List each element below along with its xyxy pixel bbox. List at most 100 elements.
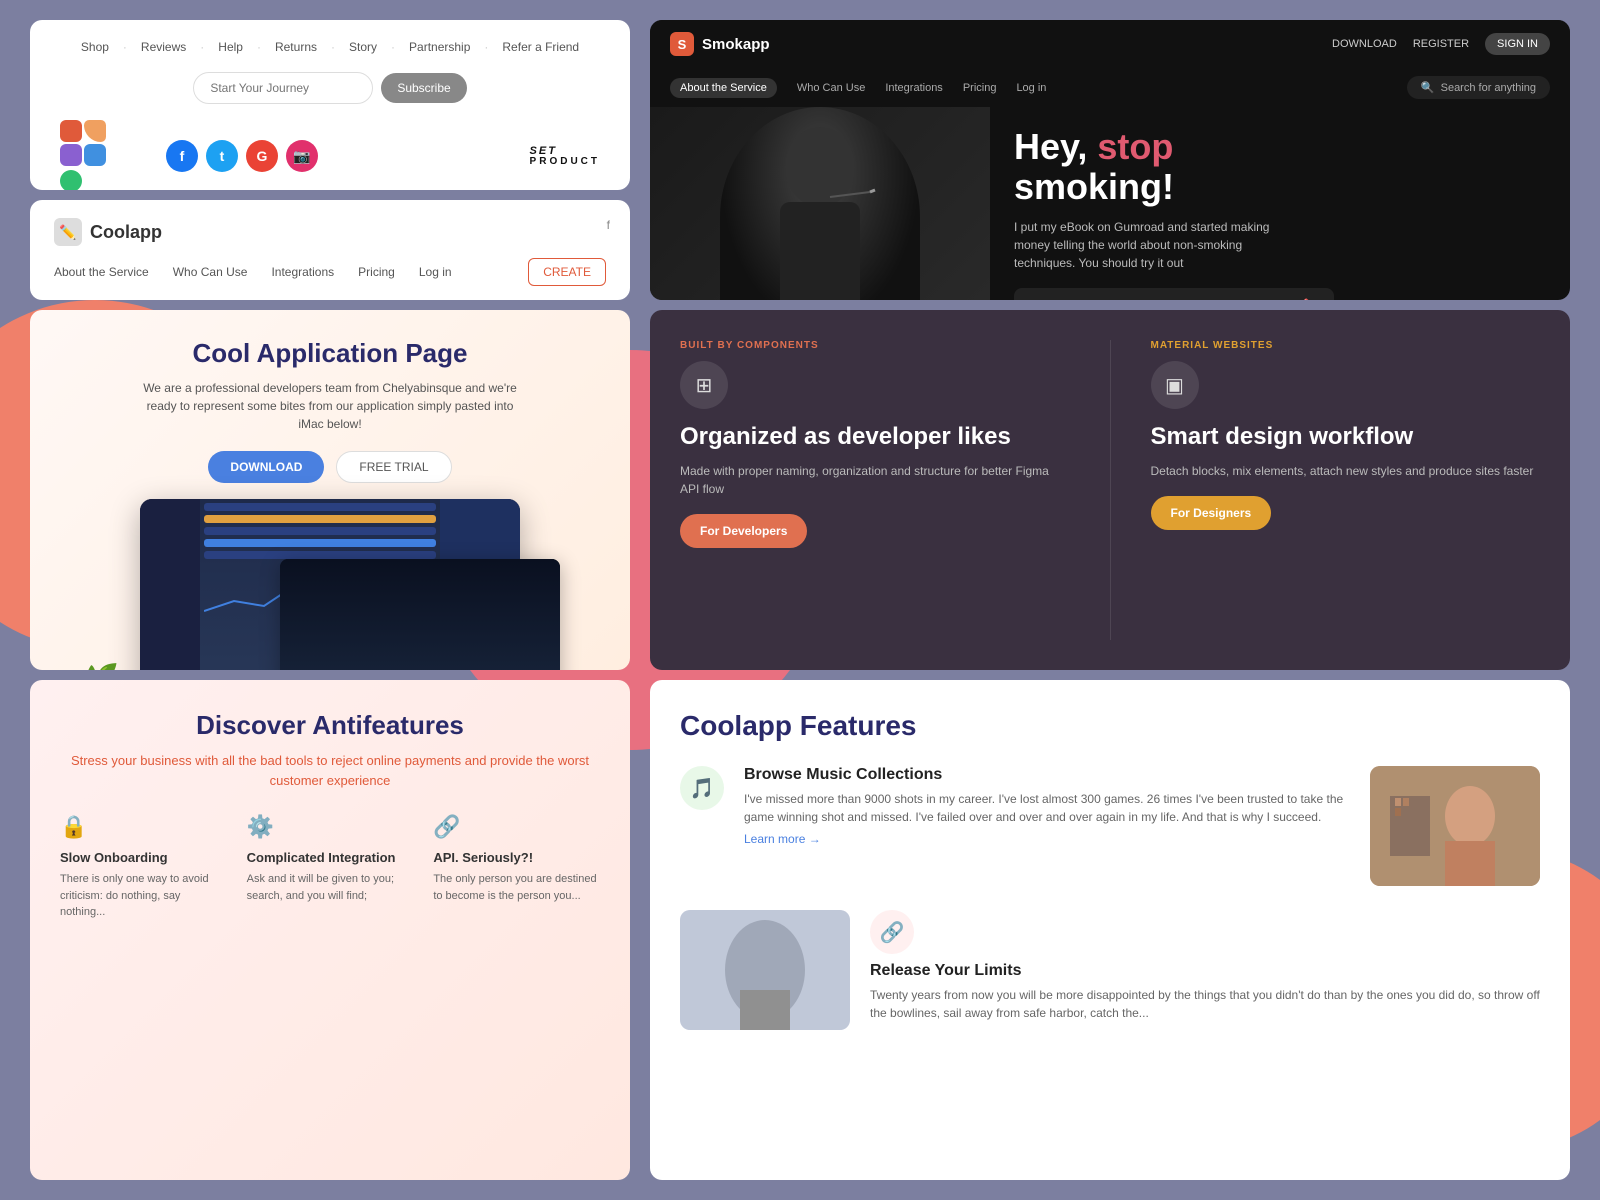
antifeature-3-title: API. Seriously?!	[433, 850, 600, 865]
coolapp-social-f[interactable]: f	[607, 218, 610, 232]
smokapp-nav-login[interactable]: Log in	[1016, 82, 1046, 94]
antifeatures-grid: 🔒 Slow Onboarding There is only one way …	[60, 814, 600, 921]
component-developers: BUILT BY COMPONENTS ⊞ Organized as devel…	[680, 340, 1070, 640]
smokapp-headline: Hey, stop smoking!	[1014, 127, 1546, 206]
mockup-row-2	[204, 515, 436, 523]
nav-help[interactable]: Help	[218, 40, 243, 54]
smokapp-search[interactable]: 🔍 Search for anything	[1407, 76, 1550, 99]
cool-app-mockup: 🌿	[60, 499, 600, 670]
laptop-mockup	[280, 559, 560, 670]
feature-music-desc: I've missed more than 9000 shots in my c…	[744, 790, 1350, 826]
newsletter-nav: Shop · Reviews · Help · Returns · Story …	[60, 40, 600, 54]
facebook-icon[interactable]: f	[166, 140, 198, 172]
nav-partnership[interactable]: Partnership	[409, 40, 470, 54]
mockup-row-3	[204, 527, 436, 535]
for-developers-button[interactable]: For Developers	[680, 514, 807, 548]
smokapp-nav-who[interactable]: Who Can Use	[797, 82, 865, 94]
smokapp-register-link[interactable]: REGISTER	[1413, 38, 1469, 50]
for-designers-button[interactable]: For Designers	[1151, 496, 1272, 530]
feature-limits-desc: Twenty years from now you will be more d…	[870, 986, 1540, 1022]
component-title-2: Smart design workflow	[1151, 423, 1541, 452]
smokapp-header-links: DOWNLOAD REGISTER SIGN IN	[1332, 33, 1550, 55]
smokapp-signin-button[interactable]: SIGN IN	[1485, 33, 1550, 55]
limits-image-svg	[680, 910, 850, 1030]
feature-row-limits: 🔗 Release Your Limits Twenty years from …	[680, 910, 1540, 1030]
smokapp-body: Hey, stop smoking! I put my eBook on Gum…	[650, 107, 1570, 300]
smokapp-nav: About the Service Who Can Use Integratio…	[650, 68, 1570, 107]
coolapp-nav-login[interactable]: Log in	[419, 265, 452, 279]
smokapp-logo-box: S	[670, 32, 694, 56]
coolapp-nav-pricing[interactable]: Pricing	[358, 265, 395, 279]
feature-music-learn-more[interactable]: Learn more →	[744, 832, 1350, 846]
subscribe-row: Subscribe	[60, 72, 600, 104]
pencil-icon[interactable]: ✏️	[1303, 298, 1320, 300]
component-title-1: Organized as developer likes	[680, 423, 1070, 452]
google-icon[interactable]: G	[246, 140, 278, 172]
smokapp-hey: Hey,	[1014, 126, 1087, 167]
coolapp-logo-text: Coolapp	[90, 222, 162, 243]
feature-limits-name: Release Your Limits	[870, 962, 1540, 980]
coolapp-logo-icon: ✏️	[54, 218, 82, 246]
mockup-row-1	[204, 503, 436, 511]
logo-sq-green	[60, 170, 82, 190]
smokapp-nav-about[interactable]: About the Service	[670, 78, 777, 98]
instagram-icon[interactable]: 📷	[286, 140, 318, 172]
feature-music-text: Browse Music Collections I've missed mor…	[744, 766, 1350, 846]
cool-application-card: Cool Application Page We are a professio…	[30, 310, 630, 670]
nav-story[interactable]: Story	[349, 40, 377, 54]
feature-music-image	[1370, 766, 1540, 886]
smokapp-description: I put my eBook on Gumroad and started ma…	[1014, 218, 1274, 272]
nav-refer[interactable]: Refer a Friend	[502, 40, 579, 54]
nav-reviews[interactable]: Reviews	[141, 40, 186, 54]
antifeatures-card: Discover Antifeatures Stress your busine…	[30, 680, 630, 1180]
smokapp-nav-pricing[interactable]: Pricing	[963, 82, 997, 94]
coolapp-create-button[interactable]: CREATE	[528, 258, 606, 286]
component-desc-1: Made with proper naming, organization an…	[680, 462, 1070, 498]
smokapp-logo: S Smokapp	[670, 32, 770, 56]
smokapp-search-text: Search for anything	[1441, 82, 1536, 94]
music-icon: 🎵	[680, 766, 724, 810]
coolapp-nav-about[interactable]: About the Service	[54, 265, 149, 279]
coolapp-nav-who[interactable]: Who Can Use	[173, 265, 248, 279]
newsletter-card: Shop · Reviews · Help · Returns · Story …	[30, 20, 630, 190]
logo-area: f t G 📷 SET PRODUCT	[60, 120, 600, 190]
smokapp-stop: stop	[1097, 126, 1173, 167]
smokapp-content: Hey, stop smoking! I put my eBook on Gum…	[990, 107, 1570, 300]
antifeature-3-desc: The only person you are destined to beco…	[433, 871, 600, 904]
cool-app-description: We are a professional developers team fr…	[140, 379, 520, 433]
coolapp-nav-integrations[interactable]: Integrations	[271, 265, 334, 279]
smokapp-nav-integrations[interactable]: Integrations	[885, 82, 942, 94]
component-desc-2: Detach blocks, mix elements, attach new …	[1151, 462, 1541, 480]
main-grid: Shop · Reviews · Help · Returns · Story …	[0, 0, 1600, 1200]
coolapp-features-card: Coolapp Features 🎵 Browse Music Collecti…	[650, 680, 1570, 1180]
antifeatures-title: Discover Antifeatures	[60, 710, 600, 741]
music-image-placeholder	[1370, 766, 1540, 886]
antifeature-1: 🔒 Slow Onboarding There is only one way …	[60, 814, 227, 921]
nav-returns[interactable]: Returns	[275, 40, 317, 54]
feature-music-name: Browse Music Collections	[744, 766, 1350, 784]
smokapp-email-row[interactable]: Fill with anything ✏️	[1014, 288, 1334, 300]
newsletter-input[interactable]	[193, 72, 373, 104]
antifeature-1-desc: There is only one way to avoid criticism…	[60, 871, 227, 921]
cool-app-free-trial-button[interactable]: FREE TRIAL	[336, 451, 451, 483]
layers-icon: ⊞	[680, 361, 728, 409]
coolapp-header-card: ✏️ Coolapp f About the Service Who Can U…	[30, 200, 630, 300]
coolapp-nav: About the Service Who Can Use Integratio…	[54, 258, 606, 286]
antifeature-3: 🔗 API. Seriously?! The only person you a…	[433, 814, 600, 921]
slow-onboarding-icon: 🔒	[60, 814, 227, 840]
laptop-screen	[280, 559, 560, 670]
subscribe-button[interactable]: Subscribe	[381, 73, 466, 103]
smokapp-download-link[interactable]: DOWNLOAD	[1332, 38, 1397, 50]
smokapp-header: S Smokapp DOWNLOAD REGISTER SIGN IN	[650, 20, 1570, 68]
smokapp-card: S Smokapp DOWNLOAD REGISTER SIGN IN Abou…	[650, 20, 1570, 300]
logo-sq-purple	[60, 144, 82, 166]
cool-app-download-button[interactable]: DOWNLOAD	[208, 451, 324, 483]
twitter-icon[interactable]: t	[206, 140, 238, 172]
component-tag-1: BUILT BY COMPONENTS	[680, 340, 1070, 351]
mockup-row-4	[204, 539, 436, 547]
cool-app-title: Cool Application Page	[193, 338, 468, 369]
cool-app-buttons: DOWNLOAD FREE TRIAL	[208, 451, 451, 483]
nav-shop[interactable]: Shop	[81, 40, 109, 54]
coolapp-features-title: Coolapp Features	[680, 710, 1540, 742]
grid-icon: ▣	[1151, 361, 1199, 409]
